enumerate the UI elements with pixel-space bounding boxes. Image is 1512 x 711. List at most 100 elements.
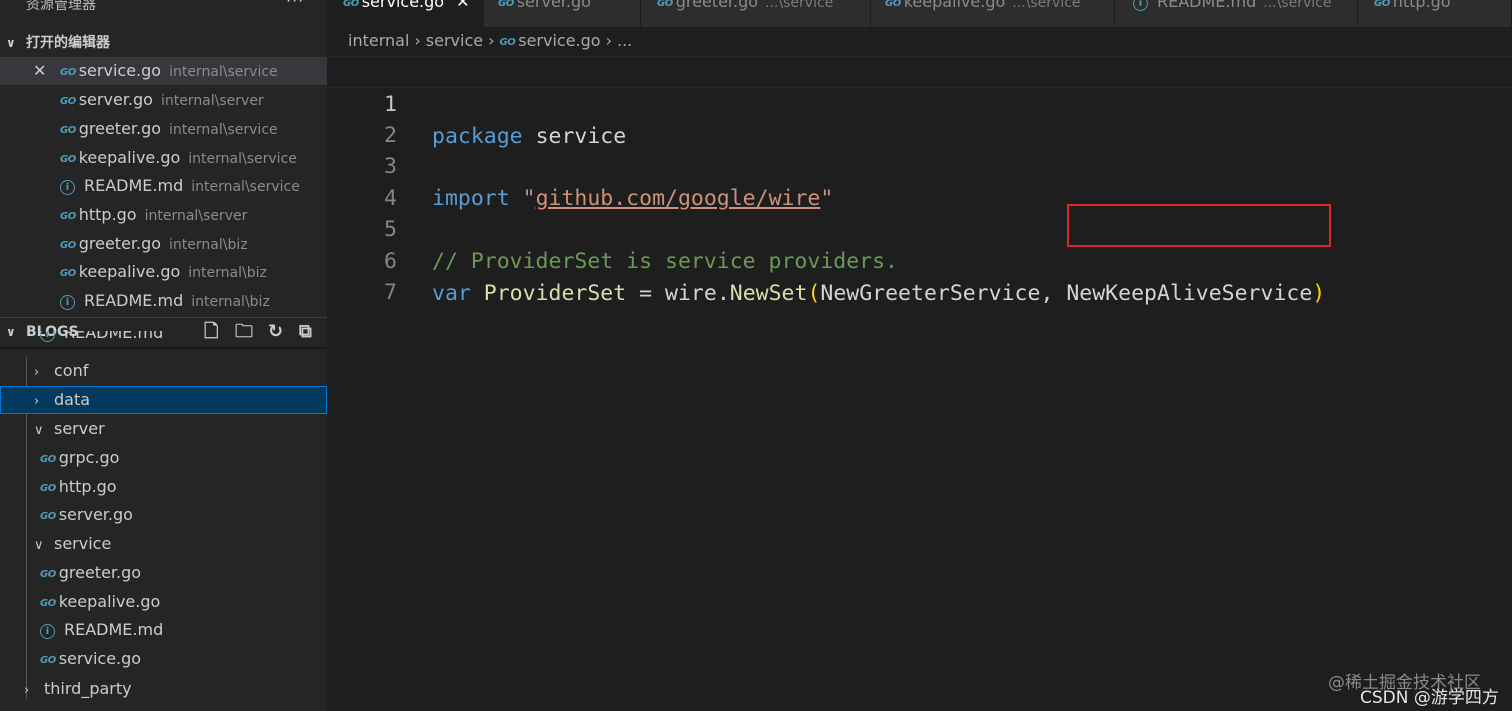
tree-item-label: service (54, 534, 112, 553)
info-icon: i (60, 295, 75, 310)
code-line: 4 (327, 151, 1512, 211)
tree-item-label: conf (54, 361, 89, 380)
argument-token: NewGreeterService (820, 281, 1041, 306)
tree-item-label: third_party (44, 679, 132, 698)
tree-folder-conf[interactable]: › conf (0, 357, 327, 385)
more-actions-icon[interactable]: ··· (286, 0, 304, 10)
info-icon: i (1133, 0, 1148, 11)
open-editor-item[interactable]: ✕ GO service.go internal\service (0, 57, 327, 85)
open-editor-item[interactable]: GO keepalive.go internal\biz (0, 258, 327, 286)
open-editor-name: keepalive.go (78, 262, 181, 281)
breadcrumb-internal[interactable]: internal (348, 31, 409, 50)
breadcrumb-file[interactable]: service.go (518, 31, 600, 50)
open-editor-item[interactable]: GO keepalive.go internal\service (0, 144, 327, 172)
tree-folder-server[interactable]: ∨ server (0, 415, 327, 443)
info-icon: i (40, 331, 55, 342)
tree-item-label: grpc.go (58, 448, 120, 467)
tree-file[interactable]: GO server.go (0, 501, 327, 529)
tree-file[interactable]: i README.md (0, 616, 327, 644)
chevron-down-icon: ∨ (34, 538, 44, 553)
explorer-title: 资源管理器 (26, 0, 96, 13)
open-editor-item[interactable]: i README.md internal\biz (0, 287, 327, 315)
tree-item-label: server (54, 419, 105, 438)
breadcrumb: internal › service › GO service.go ›... (348, 31, 632, 53)
open-editor-item[interactable]: GO http.go internal\server (0, 201, 327, 229)
chevron-right-icon: › (488, 31, 495, 50)
tab-readme-md[interactable]: i README.md ...\service (1115, 0, 1358, 27)
code-line: 5 // ProviderSet is service providers. (327, 182, 1512, 274)
go-file-icon: GO (40, 655, 56, 666)
go-file-icon: GO (1374, 0, 1390, 9)
open-editor-dir: internal\service (191, 179, 300, 195)
tree-file[interactable]: GO greeter.go (0, 559, 327, 587)
open-editor-name: http.go (78, 205, 137, 224)
go-file-icon: GO (40, 569, 56, 580)
tab-keepalive-go[interactable]: GO keepalive.go ...\service (871, 0, 1115, 27)
tree-folder-data[interactable]: › data (0, 386, 327, 414)
breadcrumb-service[interactable]: service (426, 31, 483, 50)
tree-file[interactable]: GO http.go (0, 473, 327, 501)
close-icon[interactable]: ✕ (456, 0, 469, 11)
code-line: 3 import "github.com/google/wire" (327, 119, 1512, 211)
tab-service-go[interactable]: GO service.go ✕ (327, 0, 484, 27)
go-file-icon: GO (40, 454, 56, 465)
tree-file[interactable]: GO grpc.go (0, 444, 327, 472)
go-file-icon: GO (499, 37, 516, 48)
tab-greeter-go[interactable]: GO greeter.go ...\service (641, 0, 871, 27)
annotation-highlight-box (1067, 204, 1331, 247)
info-icon: i (60, 180, 75, 195)
open-editor-name: service.go (78, 61, 162, 80)
tab-http-go[interactable]: GO http.go (1358, 0, 1512, 27)
tab-server-go[interactable]: GO server.go (484, 0, 641, 27)
tree-item-label: README.md (64, 620, 164, 639)
tree-item-label: README.md (64, 331, 164, 342)
close-icon[interactable]: ✕ (33, 57, 46, 85)
go-file-icon: GO (343, 0, 359, 9)
go-file-icon: GO (40, 511, 56, 522)
tree-file[interactable]: GO keepalive.go (0, 588, 327, 616)
code-line: 1 package service (327, 56, 1512, 149)
tree-file[interactable]: GO service.go (0, 645, 327, 673)
open-editors-title: 打开的编辑器 (26, 35, 110, 51)
tab-label: server.go (516, 0, 591, 11)
open-editor-item[interactable]: GO greeter.go internal\service (0, 115, 327, 143)
function-token: NewSet (729, 281, 808, 306)
tree-folder-service[interactable]: ∨ service (0, 530, 327, 558)
open-editors-header[interactable]: ∨ 打开的编辑器 (0, 29, 327, 57)
open-editor-dir: internal\service (188, 151, 297, 167)
open-editor-dir: internal\server (160, 93, 264, 109)
open-editor-name: greeter.go (78, 234, 162, 253)
tree-item-label: service.go (58, 649, 142, 668)
paren-token: ( (807, 281, 821, 306)
scroll-shadow (0, 347, 327, 349)
go-file-icon: GO (60, 154, 76, 165)
breadcrumb-symbol[interactable]: ... (617, 31, 632, 50)
tree-item-label: greeter.go (58, 563, 142, 582)
tree-item-label: http.go (58, 477, 117, 496)
tree-item-label: keepalive.go (58, 592, 161, 611)
chevron-right-icon: › (34, 394, 40, 409)
open-editor-name: README.md (84, 291, 184, 310)
open-editor-dir: internal\service (169, 122, 278, 138)
explorer-sidebar: 资源管理器 ··· ∨ 打开的编辑器 ✕ GO service.go interna… (0, 0, 327, 711)
open-editor-item[interactable]: i README.md internal\service (0, 172, 327, 200)
tab-label: keepalive.go (903, 0, 1006, 11)
open-editor-dir: internal\server (144, 208, 248, 224)
open-editor-item[interactable]: GO greeter.go internal\biz (0, 230, 327, 258)
info-icon: i (40, 624, 55, 639)
tree-item-label: data (54, 390, 91, 409)
tab-label: http.go (1392, 0, 1451, 11)
open-editor-dir: internal\biz (188, 265, 267, 281)
go-file-icon: GO (60, 96, 76, 107)
open-editor-item[interactable]: GO server.go internal\server (0, 86, 327, 114)
chevron-right-icon: › (34, 365, 40, 380)
tree-folder-third-party[interactable]: › third_party (0, 675, 327, 703)
go-file-icon: GO (60, 67, 76, 78)
go-file-icon: GO (60, 211, 76, 222)
explorer-header: 资源管理器 ··· (0, 0, 327, 14)
code-line: 2 (327, 88, 1512, 148)
open-editor-dir: internal\biz (169, 237, 248, 253)
open-editor-name: keepalive.go (78, 148, 181, 167)
open-editor-name: README.md (84, 176, 184, 195)
keyword-token: var (432, 281, 471, 306)
